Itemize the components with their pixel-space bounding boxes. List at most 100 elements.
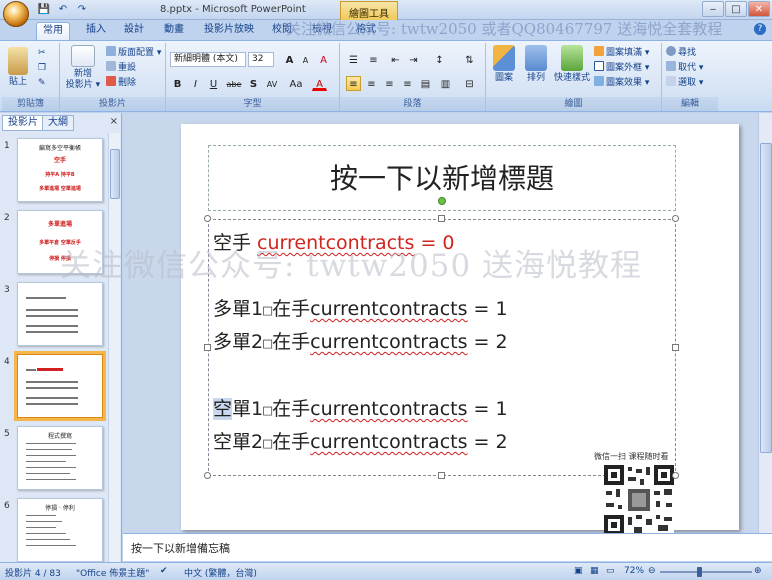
slideshow-view-icon[interactable]: ▭ [606, 566, 615, 576]
resize-handle[interactable] [204, 344, 211, 351]
zoom-in-icon[interactable]: ⊕ [754, 566, 762, 576]
help-icon[interactable]: ? [754, 23, 766, 35]
group-slides: 新增 投影片 ▾ 版面配置 ▾ 重設 刪除 投影片 [60, 43, 166, 111]
rotation-handle[interactable] [438, 197, 446, 205]
line-spacing-icon[interactable]: ↕ [432, 52, 447, 67]
bullets-icon[interactable]: ☰ [346, 52, 361, 67]
tab-design[interactable]: 設計 [118, 22, 150, 40]
reset-button[interactable]: 重設 [106, 61, 136, 75]
zoom-slider[interactable] [660, 571, 752, 573]
layout-button[interactable]: 版面配置 ▾ [106, 46, 161, 60]
scroll-thumb[interactable] [110, 149, 120, 199]
text-direction-icon[interactable]: ⇅ [462, 52, 477, 67]
save-icon[interactable]: 💾 [36, 3, 52, 17]
slide-edit-area: 按一下以新增標題 空手 currentcontracts = 0 多單1□在手c… [123, 113, 772, 535]
slide-thumbnail-3[interactable] [17, 282, 103, 346]
format-painter-icon[interactable]: ✎ [38, 77, 46, 90]
undo-icon[interactable]: ↶ [55, 3, 71, 17]
tab-slides-pane[interactable]: 投影片 [2, 115, 44, 131]
resize-handle[interactable] [672, 472, 679, 479]
minimize-button[interactable]: ‒ [702, 1, 724, 17]
columns-icon[interactable]: ▥ [438, 76, 453, 91]
justify-icon[interactable]: ≡ [400, 76, 415, 91]
slide-scroll-thumb[interactable] [760, 143, 772, 453]
text-line-3: 多單2□在手currentcontracts = 2 [213, 331, 508, 353]
text-line-2: 多單1□在手currentcontracts = 1 [213, 298, 508, 320]
theme-name[interactable]: "Office 佈景主題" [76, 566, 149, 579]
cut-icon[interactable]: ✂ [38, 47, 46, 60]
quick-access-toolbar: 💾 ↶ ↷ [36, 3, 90, 17]
align-left-icon[interactable]: ≡ [346, 76, 361, 91]
align-center-icon[interactable]: ≡ [364, 76, 379, 91]
quick-styles-button[interactable]: 快速樣式 [552, 45, 592, 84]
resize-handle[interactable] [672, 344, 679, 351]
grow-font-button[interactable]: A [282, 52, 297, 67]
tab-slideshow[interactable]: 投影片放映 [198, 22, 260, 40]
slide-thumbnail-5[interactable]: 程式撰寫 [17, 426, 103, 490]
slide-sorter-icon[interactable]: ▦ [590, 566, 599, 576]
font-color-button[interactable]: A [312, 76, 327, 91]
tab-insert[interactable]: 插入 [80, 22, 112, 40]
tab-animations[interactable]: 動畫 [158, 22, 190, 40]
italic-button[interactable]: I [188, 76, 203, 91]
maximize-button[interactable]: □ [725, 1, 747, 17]
redo-icon[interactable]: ↷ [74, 3, 90, 17]
delete-slide-button[interactable]: 刪除 [106, 76, 136, 90]
resize-handle[interactable] [204, 215, 211, 222]
shape-outline-button[interactable]: 圖案外框 ▾ [594, 61, 649, 75]
normal-view-icon[interactable]: ▣ [574, 566, 583, 576]
new-slide-button[interactable]: 新增 投影片 ▾ [64, 45, 102, 91]
shapes-button[interactable]: 圖案 [490, 45, 518, 84]
slide-thumbnail-4-selected[interactable] [14, 351, 106, 421]
slide-thumbnail-6[interactable]: 停損 · 停利 [17, 498, 103, 562]
shadow-button[interactable]: S [246, 76, 261, 91]
shape-effects-button[interactable]: 圖案效果 ▾ [594, 76, 649, 90]
zoom-level[interactable]: 72% [624, 566, 644, 576]
arrange-button[interactable]: 排列 [522, 45, 550, 84]
strikethrough-button[interactable]: abe [224, 76, 244, 91]
align-text-icon[interactable]: ⊟ [462, 76, 477, 91]
paste-button[interactable]: 貼上 [6, 47, 30, 88]
group-clipboard: 貼上 ✂ ❐ ✎ 剪貼簿 [2, 43, 60, 111]
zoom-slider-knob[interactable] [697, 567, 702, 577]
shrink-font-button[interactable]: A [298, 52, 313, 67]
slide-scrollbar[interactable] [758, 113, 772, 533]
font-size-combo[interactable]: 32 [248, 52, 274, 67]
numbering-icon[interactable]: ≡ [366, 52, 381, 67]
notes-pane[interactable]: 按一下以新增備忘稿 [123, 533, 772, 561]
distribute-icon[interactable]: ▤ [418, 76, 433, 91]
tab-outline-pane[interactable]: 大綱 [42, 115, 74, 131]
change-case-button[interactable]: Aa [286, 76, 306, 91]
close-button[interactable]: ✕ [748, 1, 770, 17]
shape-fill-button[interactable]: 圖案填滿 ▾ [594, 46, 649, 60]
underline-button[interactable]: U [206, 76, 221, 91]
replace-button[interactable]: 取代 ▾ [666, 61, 703, 75]
resize-handle[interactable] [438, 472, 445, 479]
font-name-combo[interactable]: 新細明體 (本文) [170, 52, 246, 67]
thumbnail-scrollbar[interactable] [108, 133, 120, 563]
content-textbox[interactable]: 空手 currentcontracts = 0 多單1□在手currentcon… [208, 219, 676, 535]
copy-icon[interactable]: ❐ [38, 62, 46, 75]
decrease-indent-icon[interactable]: ⇤ [388, 52, 403, 67]
char-spacing-button[interactable]: AV [262, 76, 282, 91]
resize-handle[interactable] [204, 472, 211, 479]
slide-canvas: 按一下以新增標題 空手 currentcontracts = 0 多單1□在手c… [181, 124, 739, 535]
office-button[interactable] [3, 1, 29, 27]
language[interactable]: 中文 (繁體，台灣) [184, 566, 257, 579]
align-right-icon[interactable]: ≡ [382, 76, 397, 91]
close-pane-icon[interactable]: × [110, 116, 118, 127]
slide-thumbnail-1[interactable]: 編寫多空平衡帳 空手 持平A 持平B 多單進場 空單進場 [17, 138, 103, 202]
tab-home[interactable]: 常用 [36, 22, 70, 40]
increase-indent-icon[interactable]: ⇥ [406, 52, 421, 67]
select-button[interactable]: 選取 ▾ [666, 76, 703, 90]
resize-handle[interactable] [438, 215, 445, 222]
thumb-number: 6 [4, 501, 10, 511]
clear-format-button[interactable]: A [316, 52, 331, 67]
find-button[interactable]: 尋找 [666, 46, 696, 60]
slide-thumbnail-2[interactable]: 多單進場 多單平倉 空單反手 停損 停損 [17, 210, 103, 274]
resize-handle[interactable] [672, 215, 679, 222]
bold-button[interactable]: B [170, 76, 185, 91]
zoom-out-icon[interactable]: ⊖ [648, 566, 656, 576]
drawing-group-label: 繪圖 [486, 97, 661, 111]
spellcheck-icon[interactable]: ✔ [160, 566, 168, 576]
